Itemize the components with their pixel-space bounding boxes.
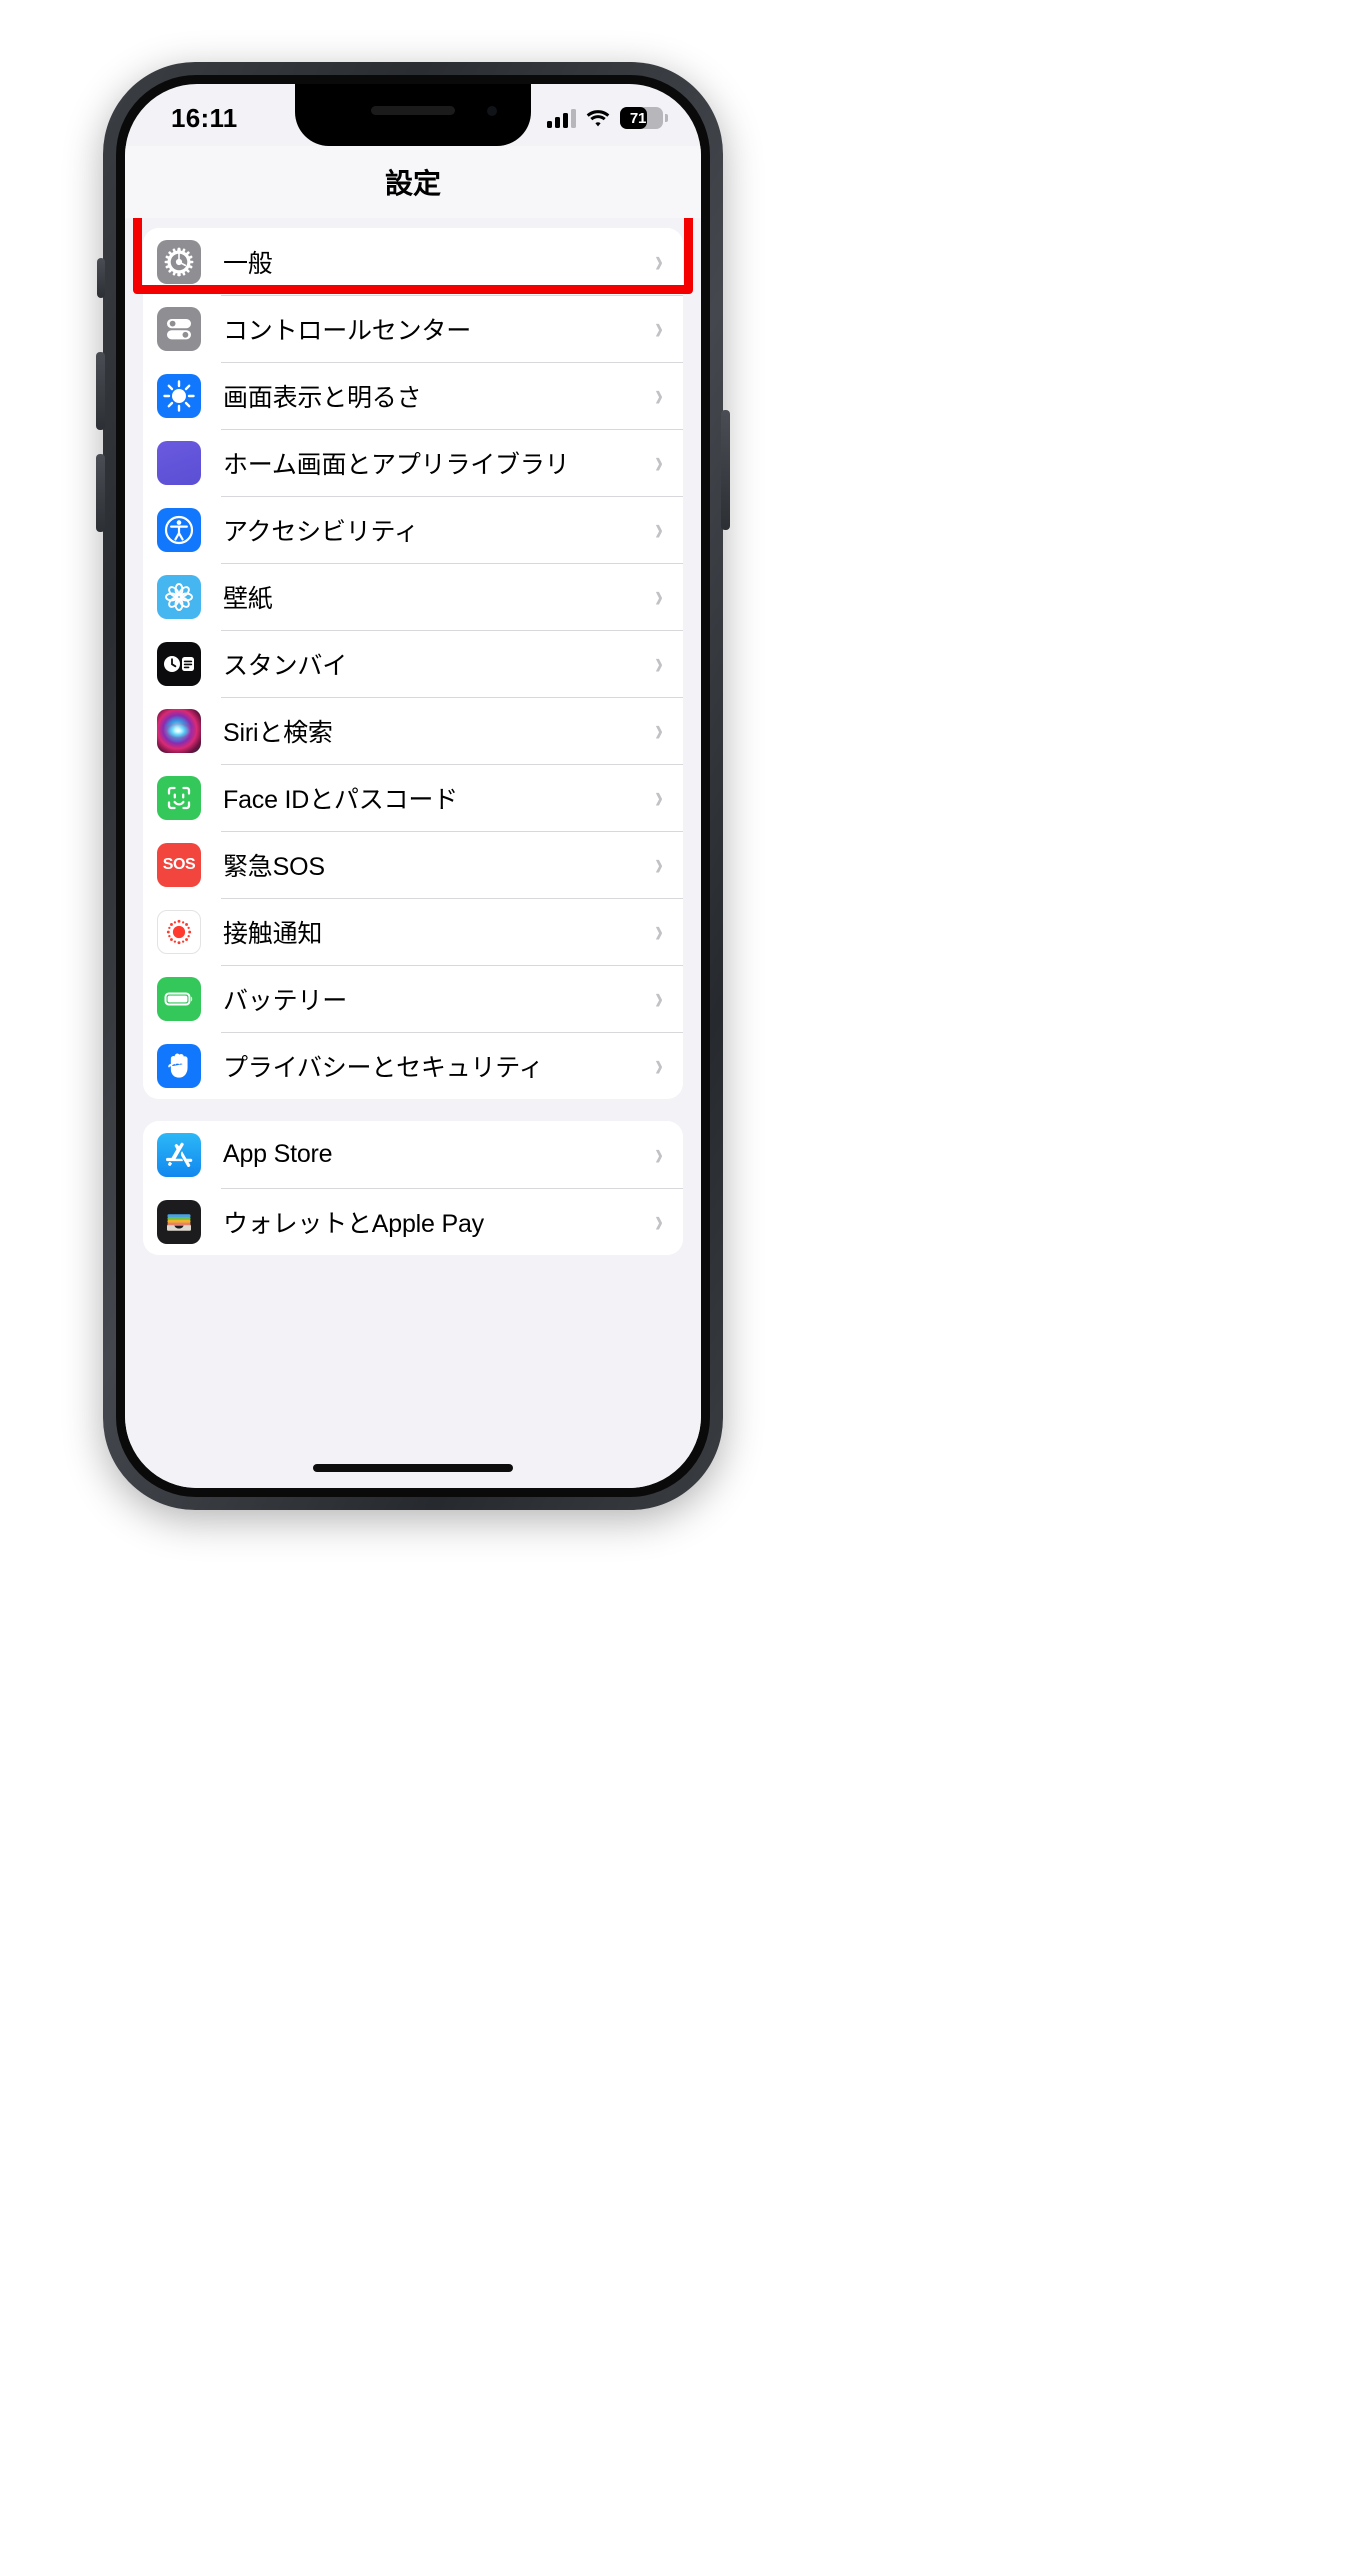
- settings-group-stores: App Store › ウォレットとApple Pay ›: [133, 218, 693, 1255]
- control-center-icon: [157, 306, 201, 351]
- gear-icon: [157, 239, 201, 284]
- device-screen: 16:11 71 設定 一般 › コントロールセンター › 画面表示と明るさ ›…: [125, 84, 701, 1488]
- settings-row-label: アクセシビリティ: [223, 517, 419, 546]
- sos-icon: SOS: [157, 842, 201, 887]
- standby-icon: [157, 641, 201, 686]
- battery-icon: [157, 976, 201, 1021]
- status-bar-time: 16:11: [171, 102, 238, 133]
- power-button[interactable]: [721, 410, 730, 530]
- face-id-icon: [157, 775, 201, 820]
- chevron-right-icon: ›: [655, 309, 663, 347]
- chevron-right-icon: ›: [655, 778, 663, 816]
- page-title: 設定: [384, 168, 441, 199]
- settings-row-label: 緊急SOS: [223, 852, 325, 881]
- settings-row-wallpaper[interactable]: 壁紙 ›: [143, 563, 683, 630]
- volume-up-button[interactable]: [96, 352, 105, 430]
- chevron-right-icon: ›: [655, 1202, 663, 1240]
- settings-row-label: バッテリー: [223, 986, 348, 1015]
- chevron-right-icon: ›: [655, 912, 663, 950]
- volume-down-button[interactable]: [96, 454, 105, 532]
- wallpaper-flower-icon: [157, 574, 201, 619]
- chevron-right-icon: ›: [655, 376, 663, 414]
- settings-row-app-store[interactable]: App Store ›: [143, 1121, 683, 1188]
- chevron-right-icon: ›: [655, 1135, 663, 1173]
- cellular-signal-icon: [547, 108, 576, 128]
- screenshot-canvas: 16:11 71 設定 一般 › コントロールセンター › 画面表示と明るさ ›…: [0, 0, 1354, 2560]
- settings-row-label: 接触通知: [223, 919, 323, 948]
- settings-row-siri-search[interactable]: Siriと検索 ›: [143, 697, 683, 764]
- brightness-icon: [157, 373, 201, 418]
- wifi-icon: [586, 109, 610, 126]
- iphone-device-frame: 16:11 71 設定 一般 › コントロールセンター › 画面表示と明るさ ›…: [96, 62, 730, 1510]
- chevron-right-icon: ›: [655, 979, 663, 1017]
- chevron-right-icon: ›: [655, 577, 663, 615]
- settings-row-emergency-sos[interactable]: SOS 緊急SOS ›: [143, 831, 683, 898]
- home-indicator[interactable]: [313, 1464, 513, 1472]
- settings-row-label: 画面表示と明るさ: [223, 383, 422, 412]
- front-camera-icon: [487, 106, 497, 116]
- navigation-bar: 設定: [125, 146, 701, 218]
- settings-row-battery[interactable]: バッテリー ›: [143, 965, 683, 1032]
- settings-row-label: スタンバイ: [223, 651, 348, 680]
- chevron-right-icon: ›: [655, 711, 663, 749]
- device-bezel: 16:11 71 設定 一般 › コントロールセンター › 画面表示と明るさ ›…: [116, 75, 710, 1497]
- settings-row-face-id-passcode[interactable]: Face IDとパスコード ›: [143, 764, 683, 831]
- chevron-right-icon: ›: [655, 443, 663, 481]
- settings-group-system: 一般 › コントロールセンター › 画面表示と明るさ › ホーム画面とアプリライ…: [143, 228, 683, 1099]
- settings-row-home-screen[interactable]: ホーム画面とアプリライブラリ ›: [143, 429, 683, 496]
- settings-row-general[interactable]: 一般 ›: [143, 228, 683, 295]
- battery-icon: 71: [620, 107, 668, 129]
- settings-row-display-brightness[interactable]: 画面表示と明るさ ›: [143, 362, 683, 429]
- accessibility-icon: [157, 507, 201, 552]
- battery-percent-label: 71: [629, 109, 647, 127]
- notch: [295, 84, 531, 146]
- settings-row-control-center[interactable]: コントロールセンター ›: [143, 295, 683, 362]
- settings-row-exposure-notifications[interactable]: 接触通知 ›: [143, 898, 683, 965]
- status-bar-indicators: 71: [547, 107, 668, 129]
- chevron-right-icon: ›: [655, 510, 663, 548]
- settings-row-label: Siriと検索: [223, 718, 333, 747]
- settings-row-label: 一般: [223, 249, 273, 278]
- settings-row-label: 壁紙: [223, 584, 273, 613]
- app-store-icon: [157, 1132, 201, 1177]
- settings-row-label: プライバシーとセキュリティ: [223, 1053, 544, 1082]
- settings-row-label: コントロールセンター: [223, 316, 472, 345]
- mute-switch-button[interactable]: [97, 258, 105, 298]
- chevron-right-icon: ›: [655, 242, 663, 280]
- chevron-right-icon: ›: [655, 1046, 663, 1084]
- settings-row-label: App Store: [223, 1140, 333, 1168]
- settings-row-standby[interactable]: スタンバイ ›: [143, 630, 683, 697]
- app-grid-icon: [157, 440, 201, 485]
- settings-row-wallet-apple-pay[interactable]: ウォレットとApple Pay ›: [143, 1188, 683, 1255]
- chevron-right-icon: ›: [655, 845, 663, 883]
- settings-row-label: Face IDとパスコード: [223, 785, 458, 814]
- earpiece-speaker-icon: [371, 106, 455, 115]
- settings-row-privacy-security[interactable]: プライバシーとセキュリティ ›: [143, 1032, 683, 1099]
- privacy-hand-icon: [157, 1043, 201, 1088]
- settings-row-label: ウォレットとApple Pay: [223, 1209, 484, 1238]
- settings-row-accessibility[interactable]: アクセシビリティ ›: [143, 496, 683, 563]
- settings-scroll-view[interactable]: 一般 › コントロールセンター › 画面表示と明るさ › ホーム画面とアプリライ…: [125, 218, 701, 1488]
- exposure-notification-icon: [157, 909, 201, 954]
- chevron-right-icon: ›: [655, 644, 663, 682]
- wallet-icon: [157, 1199, 201, 1244]
- siri-orb-icon: [157, 708, 201, 753]
- settings-row-label: ホーム画面とアプリライブラリ: [223, 450, 570, 479]
